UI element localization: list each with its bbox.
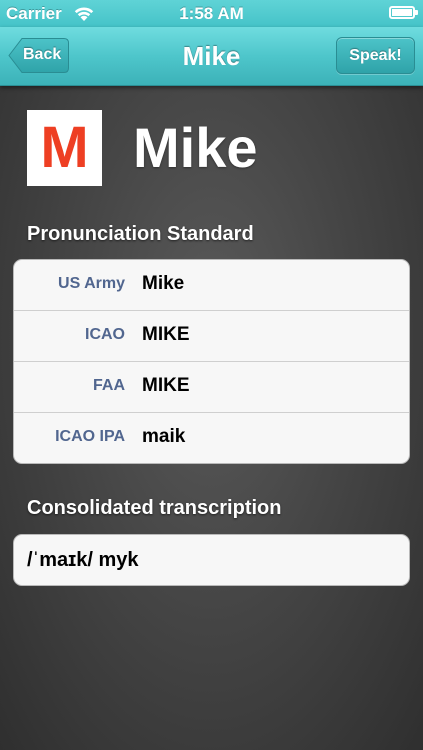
clock: 1:58 AM xyxy=(179,4,244,23)
row-value: maik xyxy=(142,426,186,447)
pronunciation-table: US Army Mike ICAO MIKE FAA MIKE ICAO IPA… xyxy=(13,259,410,464)
row-key: ICAO xyxy=(85,326,125,343)
row-value: MIKE xyxy=(142,375,190,396)
speak-button[interactable]: Speak! xyxy=(336,37,415,74)
letter-badge: M xyxy=(27,110,102,186)
navigation-bar: Back Mike Speak! xyxy=(0,27,423,86)
table-row-icao-ipa: ICAO IPA maik xyxy=(14,413,409,463)
row-value: MIKE xyxy=(142,324,190,345)
table-row-icao: ICAO MIKE xyxy=(14,311,409,362)
table-row-faa: FAA MIKE xyxy=(14,362,409,413)
row-key: US Army xyxy=(58,275,125,292)
pronunciation-section-title: Pronunciation Standard xyxy=(27,223,254,245)
letter-badge-text: M xyxy=(40,115,89,180)
row-value: Mike xyxy=(142,273,185,294)
row-key: ICAO IPA xyxy=(55,428,125,445)
word-title: Mike xyxy=(133,116,258,179)
battery-icon xyxy=(389,6,418,19)
row-key: FAA xyxy=(93,377,125,394)
status-bar: Carrier 1:58 AM xyxy=(0,0,423,27)
table-row-us-army: US Army Mike xyxy=(14,260,409,311)
consolidated-transcription-cell: /ˈmaɪk/ myk xyxy=(13,534,410,586)
consolidated-section-title: Consolidated transcription xyxy=(27,497,282,519)
consolidated-transcription-value: /ˈmaɪk/ myk xyxy=(27,549,139,571)
